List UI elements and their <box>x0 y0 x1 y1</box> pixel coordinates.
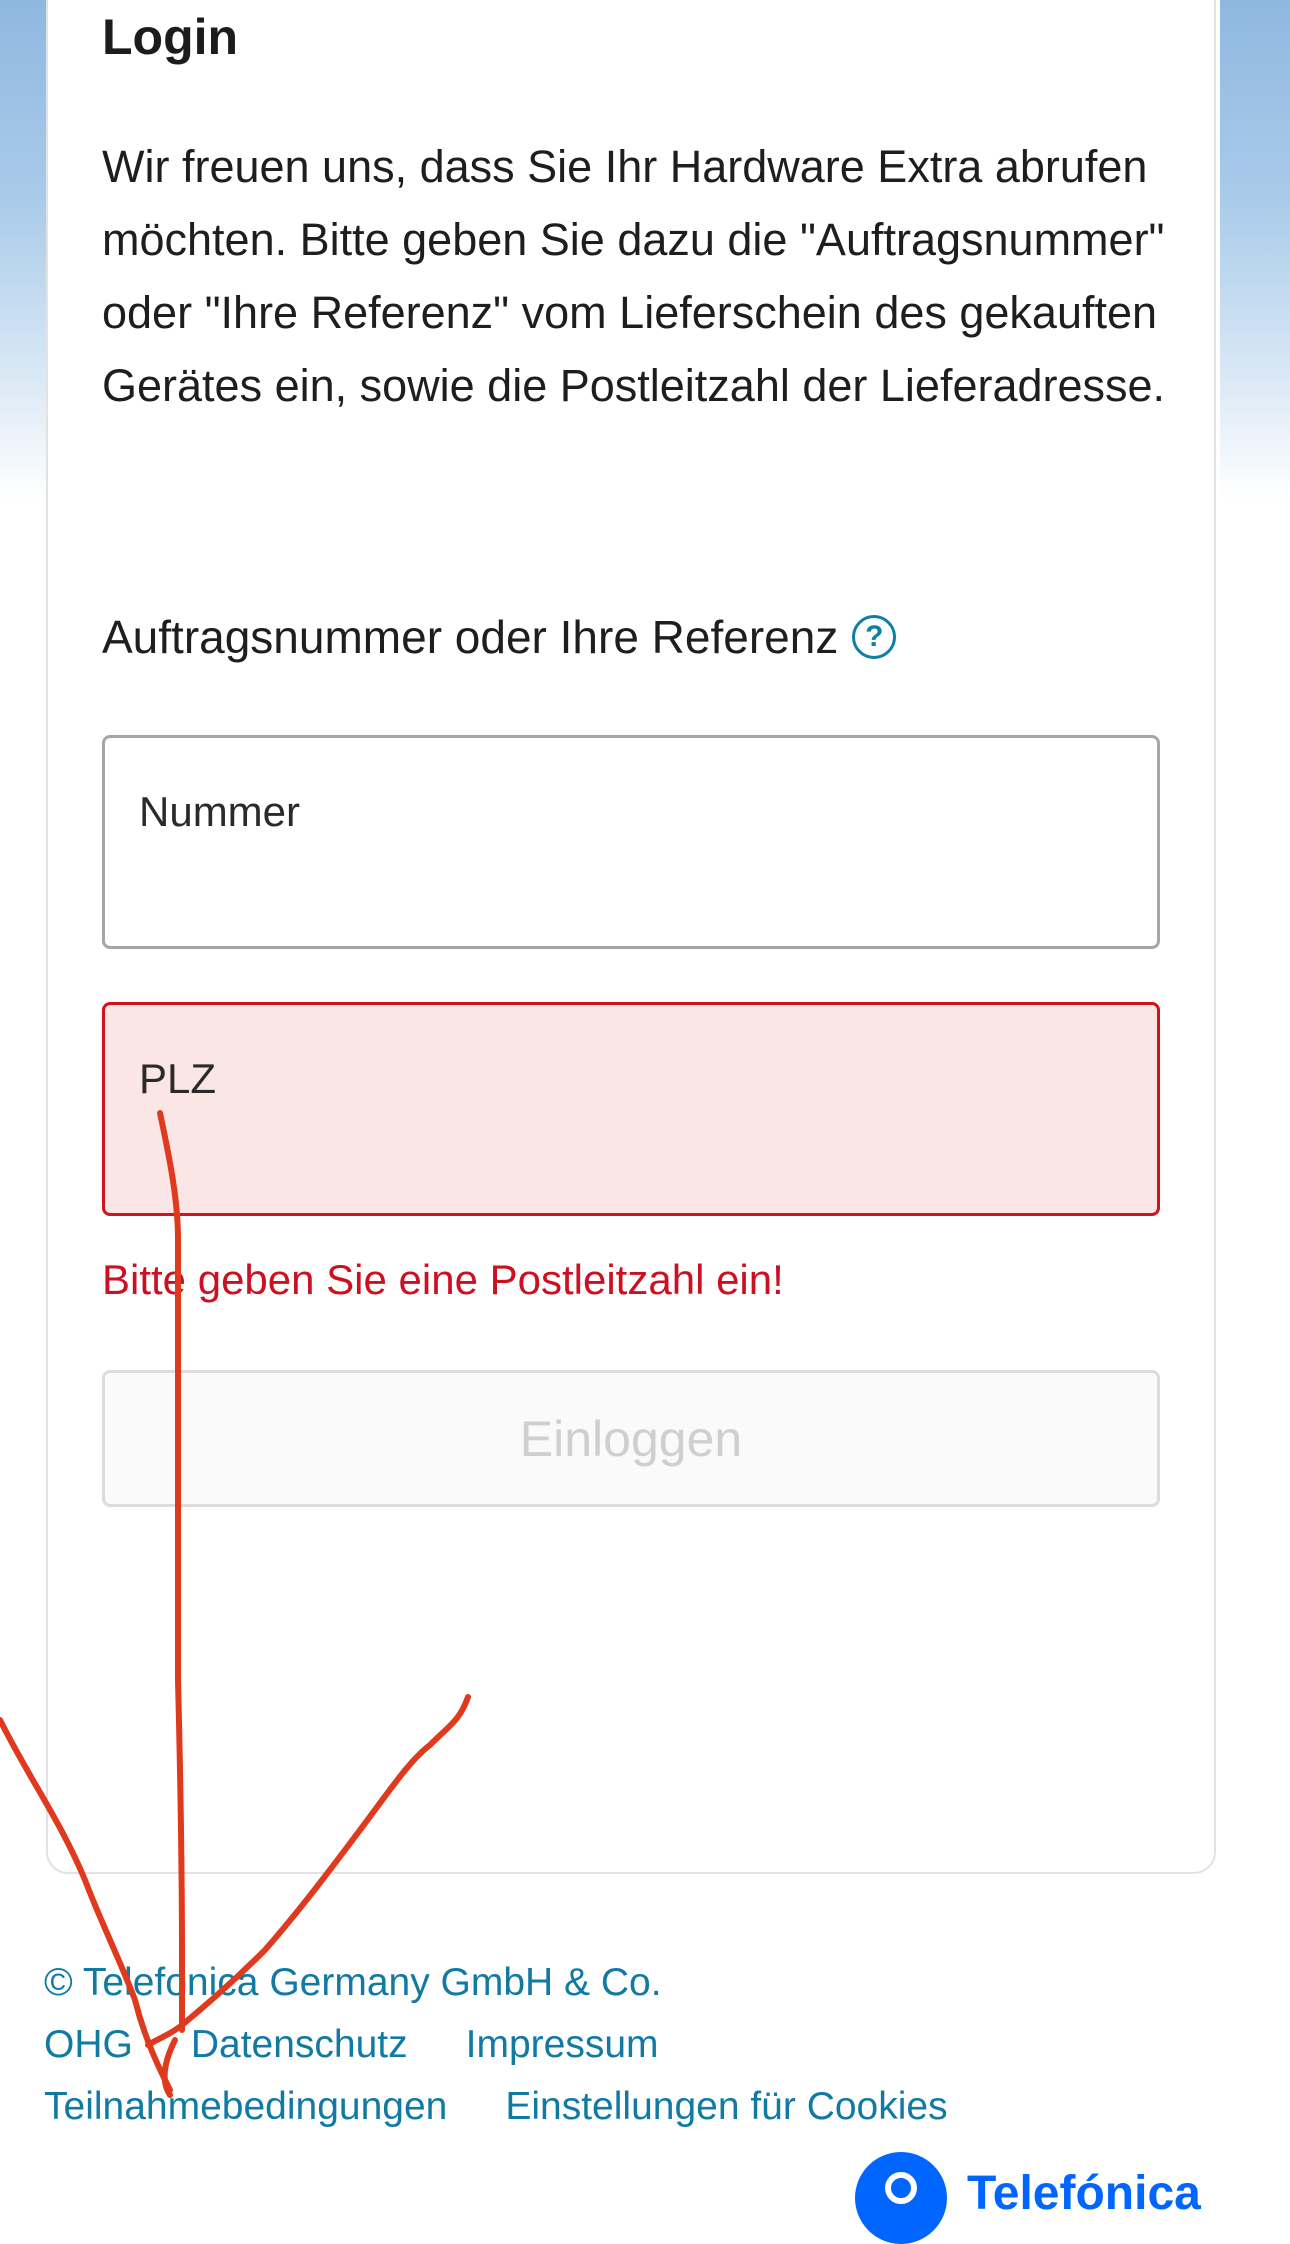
imprint-link[interactable]: Impressum <box>466 2023 659 2066</box>
order-number-input[interactable]: Nummer <box>102 735 1160 949</box>
postal-code-placeholder: PLZ <box>139 1055 217 1102</box>
brand-footer: Telefónica <box>855 2152 1201 2244</box>
brand-name: Telefónica <box>967 2166 1201 2220</box>
login-intro-text: Wir freuen uns, dass Sie Ihr Hardware Ex… <box>102 141 1166 411</box>
telefonica-logo-icon <box>855 2152 947 2244</box>
cookie-settings-link[interactable]: Einstellungen für Cookies <box>505 2085 947 2128</box>
terms-link[interactable]: Teilnahmebedingungen <box>44 2085 447 2128</box>
order-number-placeholder: Nummer <box>139 788 301 835</box>
footer: © Telefonica Germany GmbH & Co. OHG Daten… <box>44 1952 1144 2138</box>
order-number-label: Auftragsnummer oder Ihre Referenz <box>102 611 839 663</box>
postal-code-input[interactable]: PLZ <box>102 1002 1160 1216</box>
order-number-label-row: Auftragsnummer oder Ihre Referenz ? <box>102 610 897 664</box>
privacy-link[interactable]: Datenschutz <box>191 2023 408 2066</box>
question-circle-icon[interactable]: ? <box>852 615 897 659</box>
login-button[interactable]: Einloggen <box>102 1370 1160 1507</box>
postal-code-error-message: Bitte geben Sie eine Postleitzahl ein! <box>102 1256 784 1303</box>
footer-copyright-suffix: OHG <box>44 2023 133 2066</box>
footer-copyright: © Telefonica Germany GmbH & Co. <box>44 1961 662 2004</box>
login-title: Login <box>102 9 239 65</box>
background-right-edge <box>1220 0 1290 500</box>
